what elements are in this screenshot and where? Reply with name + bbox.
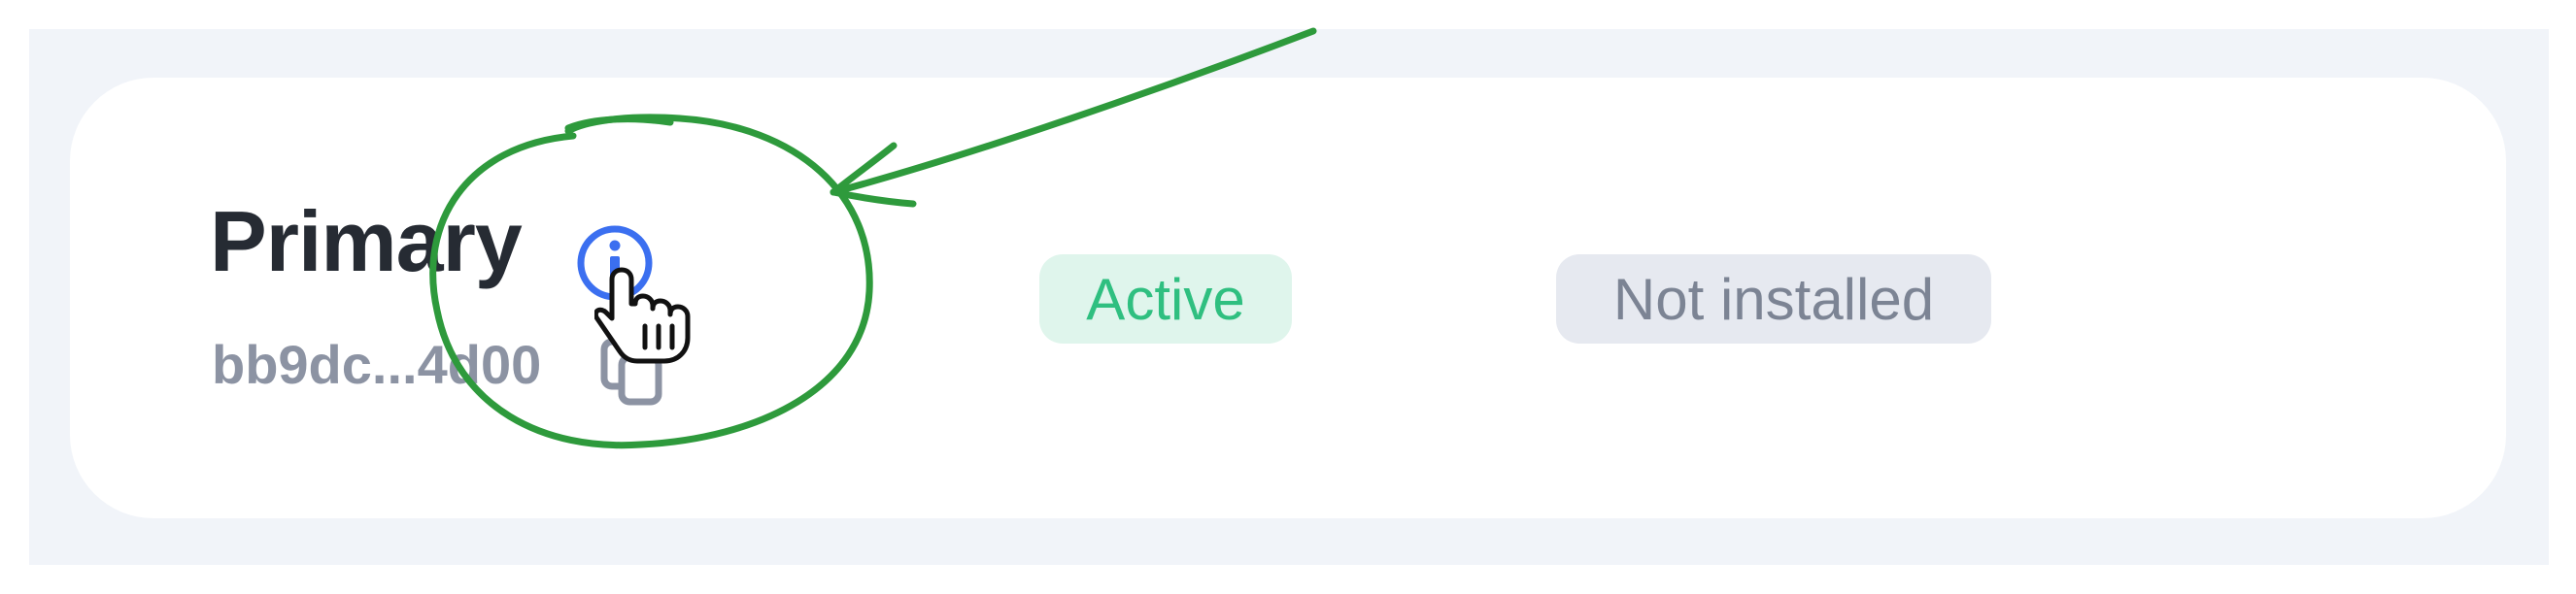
- status-badge: Active: [1039, 254, 1292, 344]
- key-id-truncated: bb9dc...4d00: [212, 334, 542, 395]
- key-name: Primary: [210, 193, 523, 289]
- screenshot-canvas: Primary bb9dc...4d00 Active Not installe…: [0, 0, 2576, 594]
- hand-pointer-cursor-icon: [594, 267, 691, 364]
- status-badge-label: Active: [1086, 266, 1245, 332]
- install-status-label: Not installed: [1612, 266, 1935, 332]
- key-title-row: Primary: [210, 193, 523, 289]
- install-status-badge: Not installed: [1556, 254, 1991, 344]
